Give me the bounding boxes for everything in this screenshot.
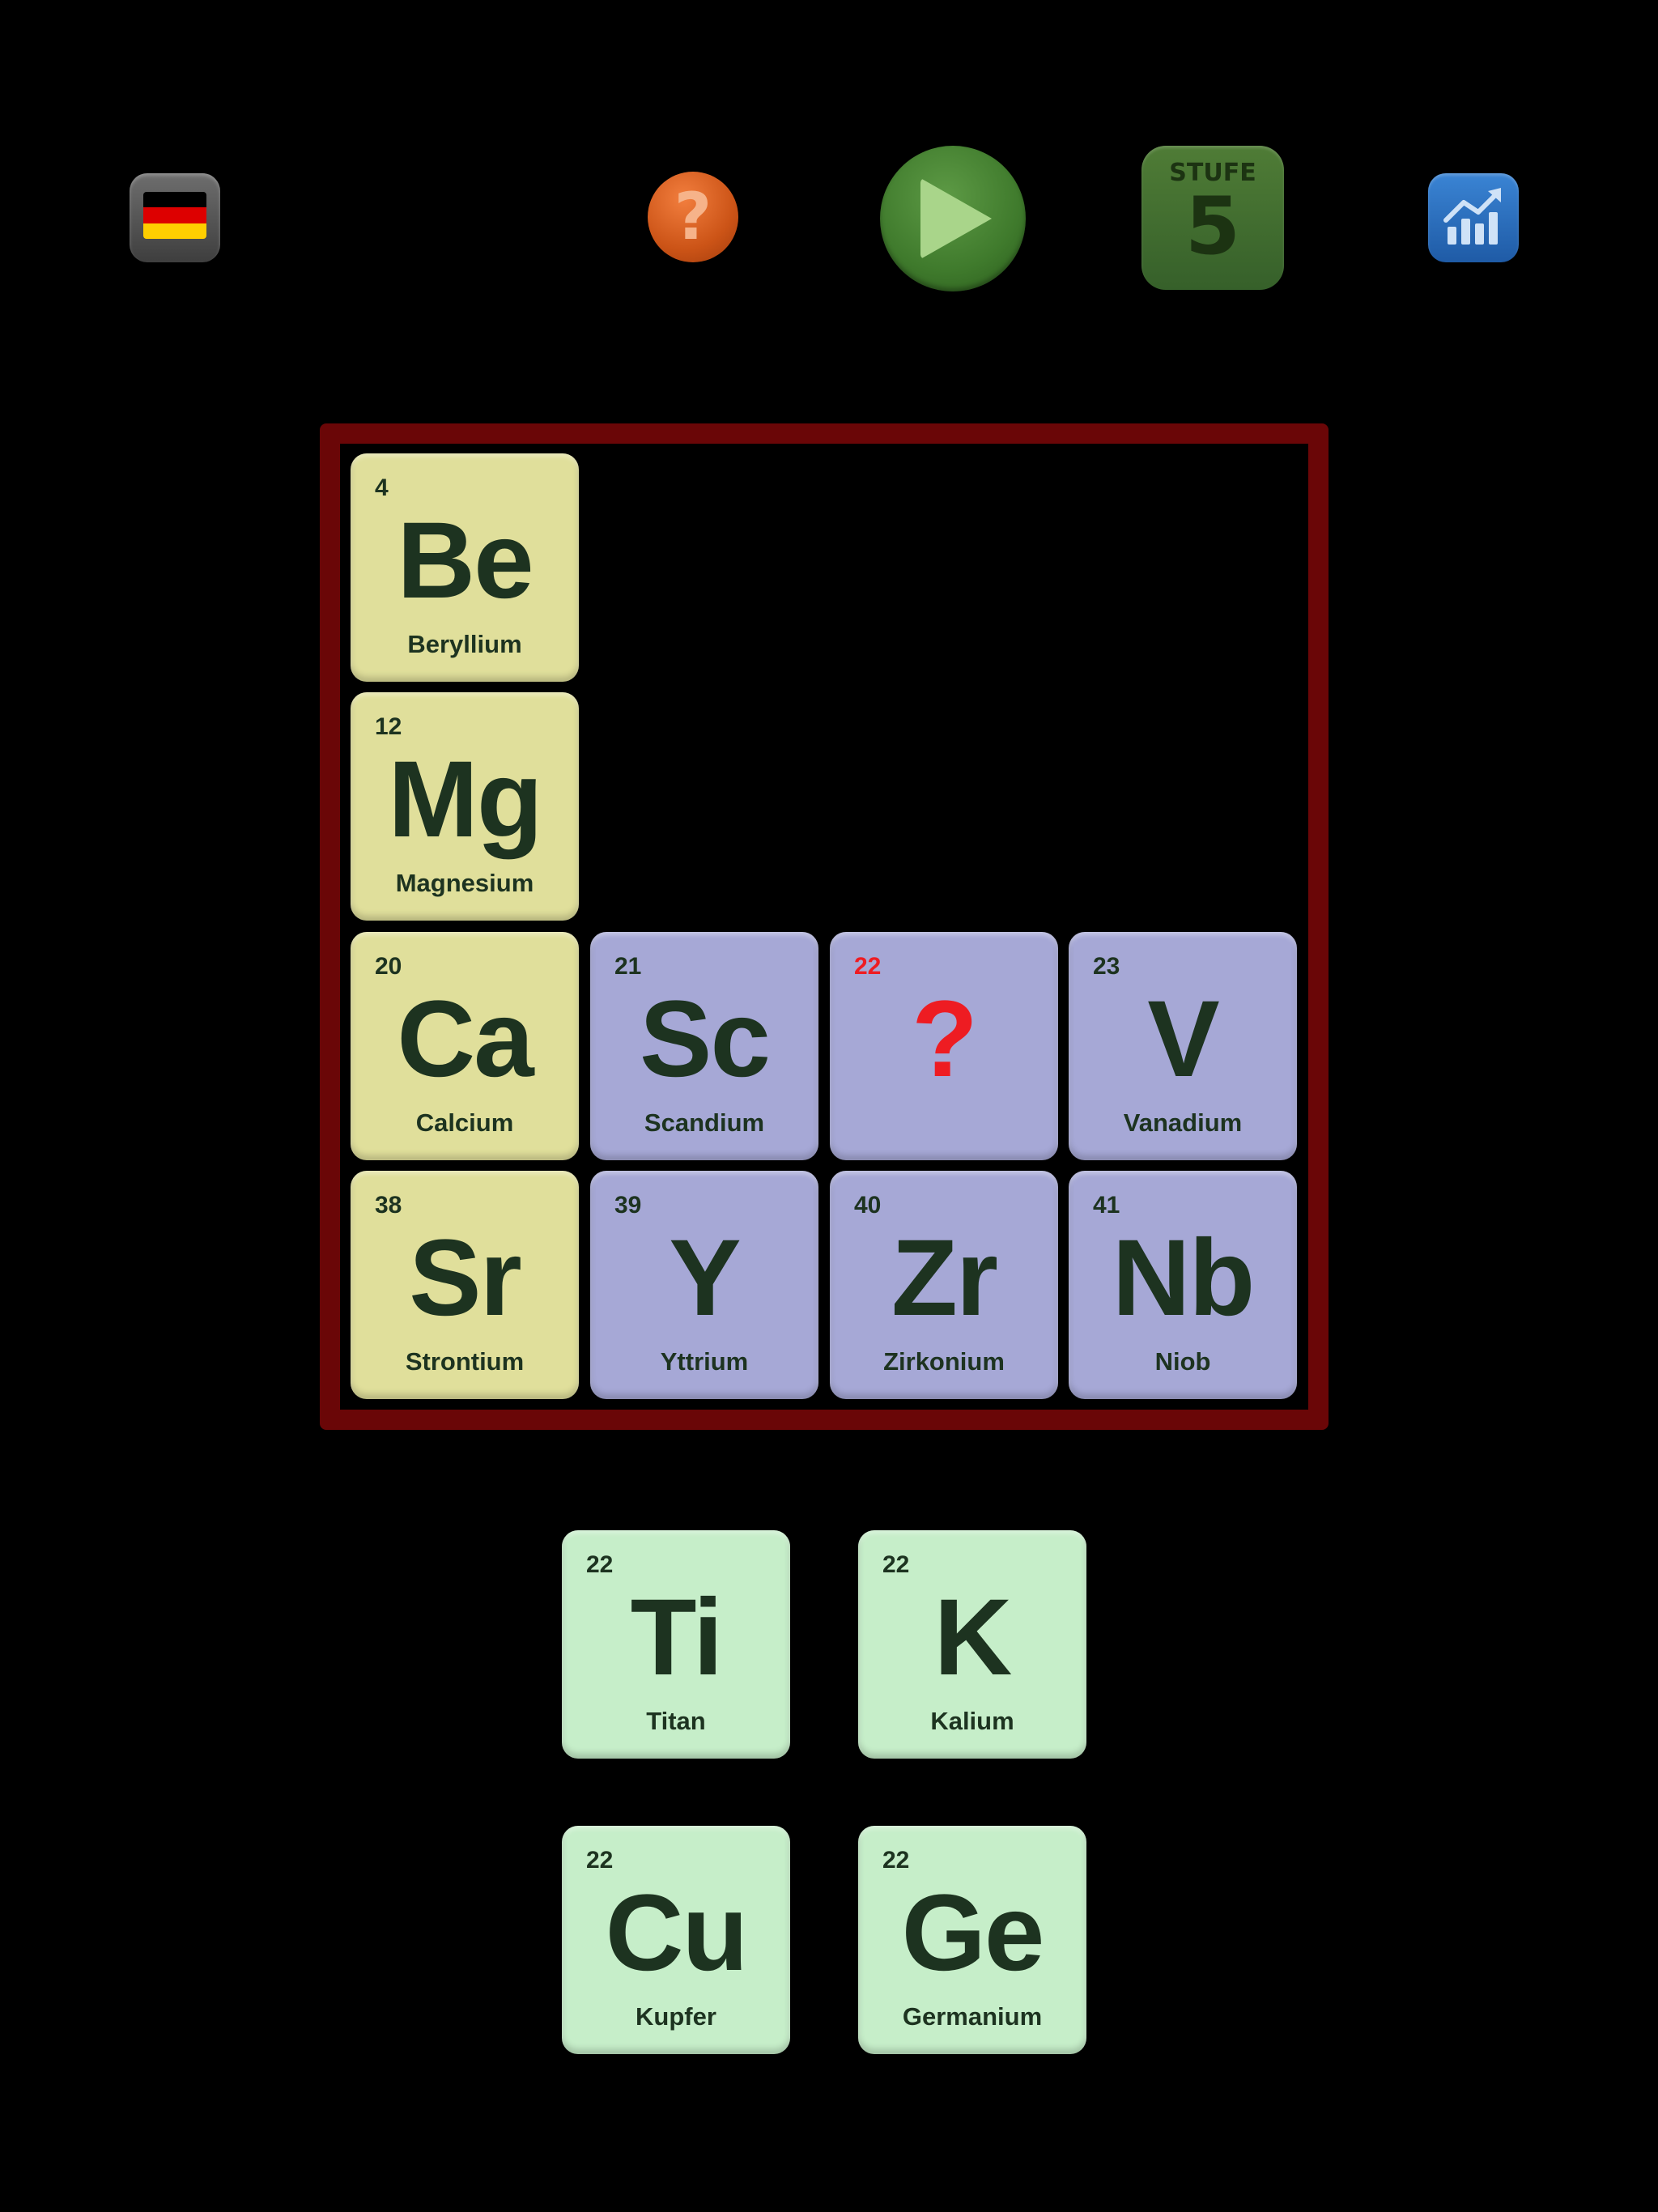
element-symbol: V: [1147, 979, 1219, 1100]
element-symbol: Zr: [891, 1218, 998, 1338]
atomic-number: 38: [375, 1192, 402, 1219]
atomic-number: 39: [614, 1192, 642, 1219]
element-tile: 41 Nb Niob: [1069, 1171, 1297, 1399]
level-badge[interactable]: STUFE 5: [1141, 146, 1284, 290]
answer-choice-tile[interactable]: 22 Ge Germanium: [858, 1826, 1086, 2054]
answer-choice-tile[interactable]: 22 Ti Titan: [562, 1530, 790, 1759]
element-symbol: Y: [669, 1218, 741, 1338]
atomic-number: 22: [854, 953, 882, 980]
element-tile: 21 Sc Scandium: [590, 932, 818, 1160]
answer-choice-tile[interactable]: 22 K Kalium: [858, 1530, 1086, 1759]
atomic-number: 21: [614, 953, 642, 980]
element-symbol: Sc: [640, 979, 771, 1100]
element-symbol: Ge: [901, 1873, 1045, 1993]
element-symbol: Mg: [388, 739, 542, 860]
play-icon: [920, 178, 992, 259]
element-symbol: Ca: [397, 979, 534, 1100]
element-tile: 40 Zr Zirkonium: [830, 1171, 1058, 1399]
element-symbol: Nb: [1112, 1218, 1256, 1338]
element-tile: 39 Y Yttrium: [590, 1171, 818, 1399]
atomic-number: 41: [1093, 1192, 1120, 1219]
element-name: Titan: [646, 1707, 706, 1735]
element-symbol: Be: [397, 500, 534, 621]
element-name: Germanium: [902, 2002, 1043, 2031]
atomic-number: 22: [882, 1847, 910, 1874]
play-button[interactable]: [880, 146, 1026, 291]
element-symbol: Cu: [605, 1873, 749, 1993]
atomic-number: 40: [854, 1192, 882, 1219]
atomic-number: 4: [375, 474, 389, 501]
atomic-number: 20: [375, 953, 402, 980]
answer-choice-tile[interactable]: 22 Cu Kupfer: [562, 1826, 790, 2054]
missing-element-tile[interactable]: 22?: [830, 932, 1058, 1160]
atomic-number: 12: [375, 713, 402, 740]
element-tile: 23 V Vanadium: [1069, 932, 1297, 1160]
help-label: ?: [674, 179, 712, 254]
element-name: Beryllium: [407, 630, 522, 658]
element-name: Zirkonium: [883, 1347, 1005, 1376]
element-name: Niob: [1154, 1347, 1211, 1376]
element-name: Magnesium: [395, 869, 534, 897]
language-button[interactable]: [130, 173, 220, 262]
element-tile: 38 Sr Strontium: [351, 1171, 579, 1399]
atomic-number: 23: [1093, 953, 1120, 980]
atomic-number: 22: [882, 1551, 910, 1578]
element-name: Kupfer: [636, 2002, 716, 2031]
element-name: Yttrium: [660, 1347, 749, 1376]
atomic-number: 22: [586, 1847, 614, 1874]
element-tile: 12 Mg Magnesium: [351, 692, 579, 921]
element-symbol: K: [933, 1577, 1013, 1698]
bar-chart-trend-icon: [1443, 188, 1501, 245]
element-symbol: ?: [912, 979, 978, 1100]
atomic-number: 22: [586, 1551, 614, 1578]
german-flag-icon: [143, 192, 206, 239]
element-name: Kalium: [930, 1707, 1014, 1735]
element-symbol: Ti: [630, 1577, 724, 1698]
element-symbol: Sr: [409, 1218, 522, 1338]
element-name: Strontium: [405, 1347, 525, 1376]
element-tile: 20 Ca Calcium: [351, 932, 579, 1160]
stats-button[interactable]: [1428, 173, 1519, 262]
element-tile: 4 Be Beryllium: [351, 453, 579, 682]
element-name: Calcium: [415, 1108, 514, 1137]
element-name: Vanadium: [1123, 1108, 1243, 1137]
level-value: 5: [1184, 181, 1241, 273]
help-button[interactable]: ?: [648, 172, 738, 262]
element-name: Scandium: [644, 1108, 765, 1137]
